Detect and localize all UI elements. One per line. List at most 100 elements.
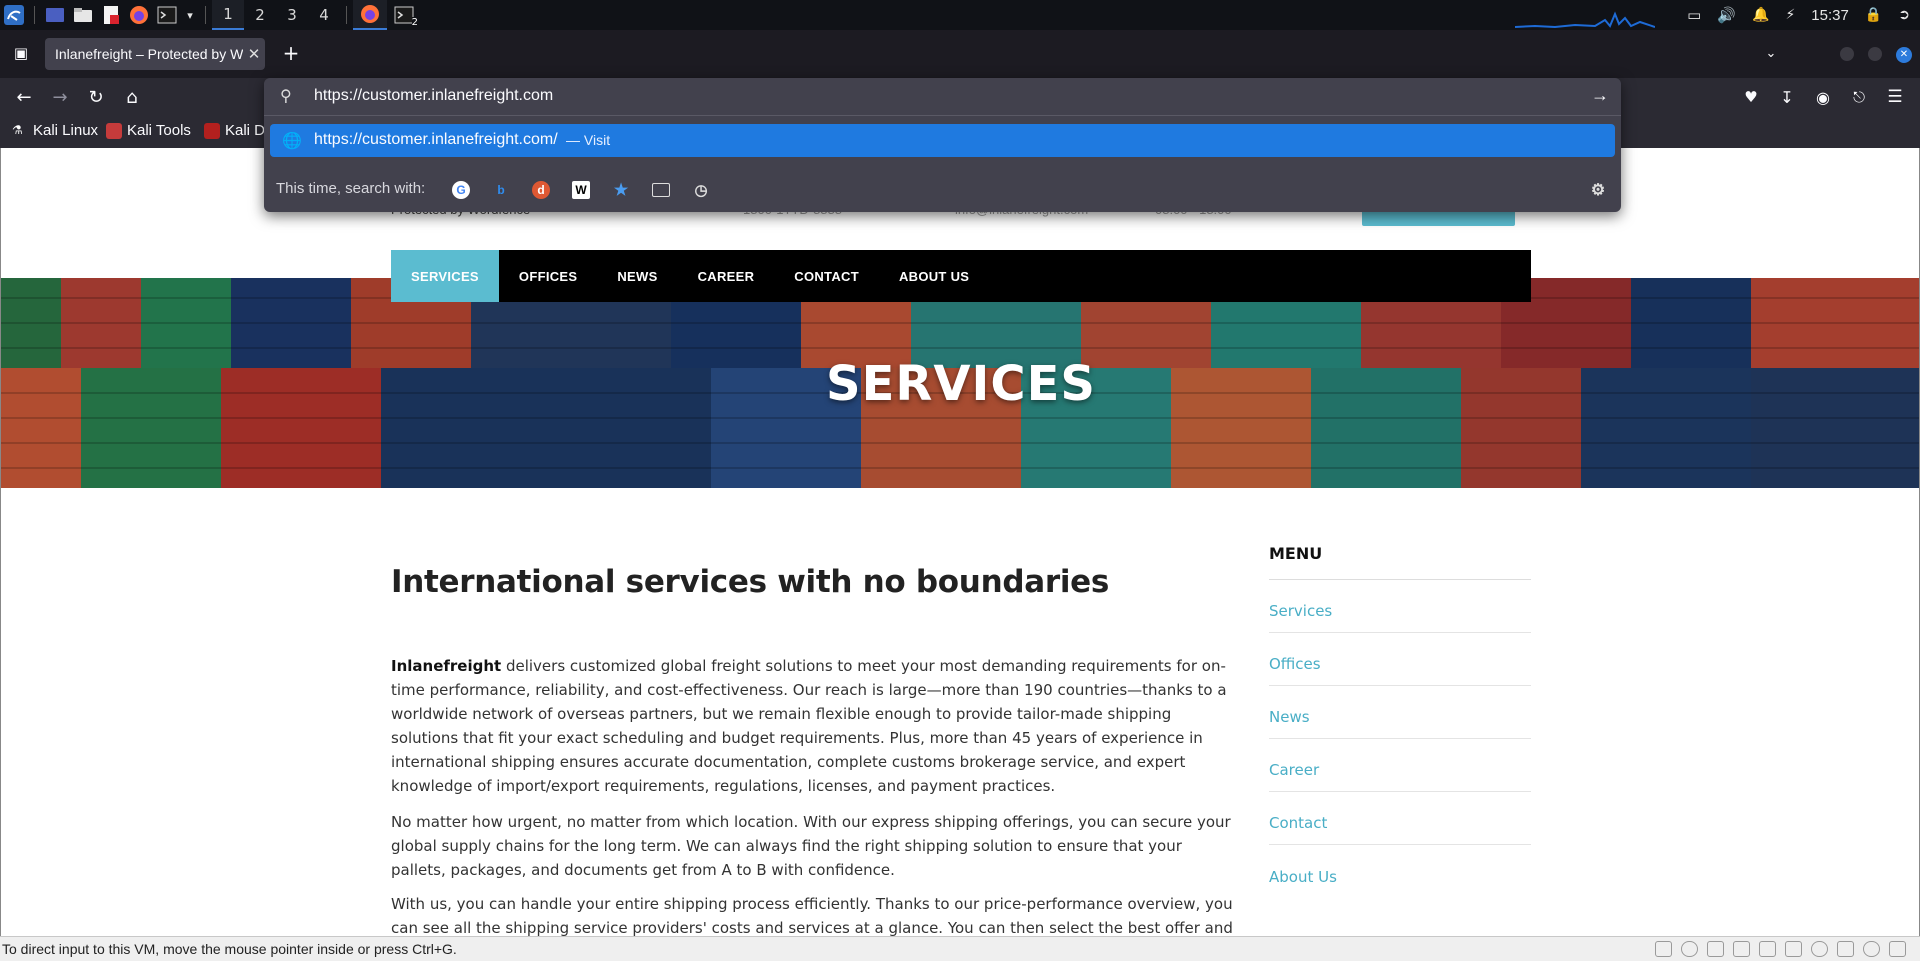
window-minimize-icon[interactable] [1840,47,1854,61]
desktop-taskbar: ▾ 1 2 3 4 2 ▭ 🔊 🔔 ⚡ 15:37 🔒 ➲ [0,0,1920,30]
bookmark-kali-tools[interactable]: Kali Tools [106,122,191,139]
kali-docs-icon [204,122,220,139]
bookmark-label: Kali Linux [33,122,99,139]
bookmarks-search-icon[interactable]: ★ [612,181,630,199]
vm-status-text: To direct input to this VM, move the mou… [2,941,457,957]
express-paragraph: No matter how urgent, no matter from whi… [391,813,1231,879]
text-editor-icon[interactable] [97,0,125,30]
optical-drive-icon[interactable] [1681,941,1698,957]
sidebar-item-contact[interactable]: Contact [1269,792,1531,845]
bookmark-kali-linux[interactable]: ⚗ Kali Linux [12,122,98,139]
firefox-icon[interactable] [125,0,153,30]
intro-paragraph-text: delivers customized global freight solut… [391,657,1227,795]
kali-menu-icon[interactable] [0,0,28,30]
globe-icon: 🌐 [282,133,302,150]
chevron-down-icon[interactable]: ▾ [181,0,199,30]
workspace-3[interactable]: 3 [276,0,308,30]
new-tab-icon[interactable]: + [280,41,302,65]
tab-list-icon[interactable]: ⌄ [1760,42,1782,64]
suggestion-action: — Visit [566,132,611,148]
hero-title: SERVICES [826,356,1096,412]
nav-about-us[interactable]: ABOUT US [879,250,989,302]
extensions-icon[interactable]: ⎋ [1848,86,1870,108]
kali-tools-icon [106,122,122,139]
workspace-4[interactable]: 4 [308,0,340,30]
url-bar[interactable]: ⚲ https://customer.inlanefreight.com → [264,78,1621,116]
terminal-window-button[interactable]: 2 [387,0,421,30]
sidebar-item-services[interactable]: Services [1269,580,1531,633]
back-icon[interactable]: ← [12,86,36,108]
notification-bell-icon[interactable]: 🔔 [1752,7,1769,23]
workspace-2[interactable]: 2 [244,0,276,30]
search-settings-icon[interactable]: ⚙ [1589,181,1607,199]
tab-close-icon[interactable]: ✕ [243,45,265,63]
window-close-icon[interactable]: ✕ [1896,47,1912,63]
tabs-search-icon[interactable] [652,183,670,197]
display-icon[interactable] [1733,941,1750,957]
site-main-nav: SERVICES OFFICES NEWS CAREER CONTACT ABO… [391,250,1531,302]
workspace-1[interactable]: 1 [212,0,244,30]
power-status-icon[interactable]: ⚡ [1785,7,1795,23]
account-icon[interactable]: ◉ [1812,86,1834,108]
kali-dragon-icon: ⚗ [12,122,28,139]
taskbar-separator [205,6,206,24]
nav-offices[interactable]: OFFICES [499,250,597,302]
sidebar-title: MENU [1269,544,1531,580]
tab-overview-icon[interactable]: ▣ [10,42,32,64]
home-icon[interactable]: ⌂ [120,86,144,108]
sidebar-item-about-us[interactable]: About Us [1269,845,1531,898]
sidebar-item-news[interactable]: News [1269,686,1531,739]
firefox-window-button[interactable] [353,0,387,30]
duckduckgo-search-icon[interactable]: d [532,181,550,199]
menu-icon[interactable]: ☰ [1884,86,1906,108]
nav-news[interactable]: NEWS [597,250,677,302]
sidebar-menu: MENU Services Offices News Career Contac… [1269,544,1531,898]
printer-icon[interactable] [1837,941,1854,957]
logout-icon[interactable]: ➲ [1898,7,1910,23]
go-arrow-icon[interactable]: → [1591,85,1609,106]
display-icon[interactable]: ▭ [1687,6,1701,24]
hard-disk-icon[interactable] [1655,941,1672,957]
capture-icon[interactable] [1863,941,1880,957]
google-search-icon[interactable]: G [452,181,470,199]
usb-icon[interactable] [1785,941,1802,957]
bing-search-icon[interactable]: b [492,181,510,199]
nav-services[interactable]: SERVICES [391,250,499,302]
content-heading: International services with no boundarie… [391,564,1110,600]
volume-icon[interactable]: 🔊 [1717,6,1736,24]
network-icon[interactable] [1707,941,1724,957]
wikipedia-search-icon[interactable]: W [572,181,590,199]
terminal-count-badge: 2 [411,17,418,28]
clock[interactable]: 15:37 [1811,7,1849,24]
nav-contact[interactable]: CONTACT [774,250,879,302]
forward-icon[interactable]: → [48,86,72,108]
url-input[interactable]: https://customer.inlanefreight.com [314,87,553,105]
bookmark-kali-docs[interactable]: Kali Do [204,122,273,139]
terminal-icon[interactable] [153,0,181,30]
history-search-icon[interactable]: ◷ [692,181,710,199]
wireless-icon[interactable] [1811,941,1828,957]
taskbar-separator [34,6,35,24]
sidebar-item-offices[interactable]: Offices [1269,633,1531,686]
audio-icon[interactable] [1759,941,1776,957]
desktop-icon[interactable] [41,0,69,30]
sidebar-item-career[interactable]: Career [1269,739,1531,792]
downloads-icon[interactable]: ↧ [1776,86,1798,108]
window-maximize-icon[interactable] [1868,47,1882,61]
search-with-label: This time, search with: [276,180,426,197]
url-dropdown-panel: ⚲ https://customer.inlanefreight.com → 🌐… [264,78,1621,212]
file-manager-icon[interactable] [69,0,97,30]
url-suggestion-row[interactable]: 🌐 https://customer.inlanefreight.com/ — … [270,124,1615,157]
lock-icon[interactable]: 🔒 [1865,7,1882,23]
notes-icon[interactable] [1889,941,1906,957]
pocket-icon[interactable]: ♥ [1740,86,1762,108]
reload-icon[interactable]: ↻ [84,86,108,108]
vm-status-bar: To direct input to this VM, move the mou… [0,936,1920,961]
system-tray: ▭ 🔊 🔔 ⚡ 15:37 🔒 ➲ [1687,0,1920,30]
process-paragraph: With us, you can handle your entire ship… [391,895,1233,936]
nav-career[interactable]: CAREER [678,250,775,302]
intro-paragraph: Inlanefreight delivers customized global… [391,654,1241,798]
tab-title: Inlanefreight – Protected by W [55,46,243,62]
brand-name: Inlanefreight [391,657,502,675]
browser-tab[interactable]: Inlanefreight – Protected by W ✕ [45,38,265,70]
